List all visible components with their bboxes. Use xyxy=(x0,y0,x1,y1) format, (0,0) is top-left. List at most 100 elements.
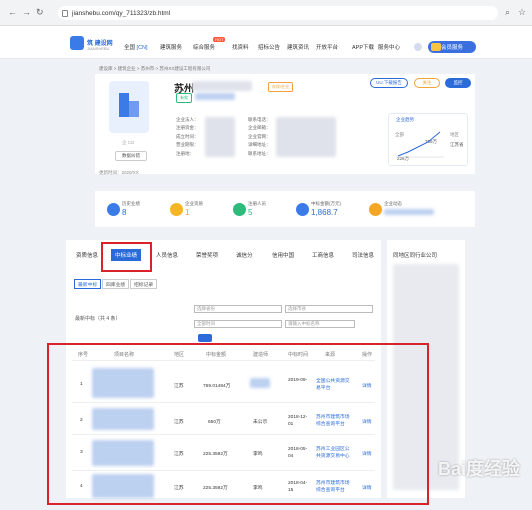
trend-title: 企业趋势 xyxy=(396,117,414,122)
row1-project-blurred[interactable] xyxy=(92,368,154,398)
data-correction-button[interactable]: 数据纠错 xyxy=(115,151,147,161)
city-select[interactable]: 选择市县 xyxy=(285,305,373,313)
logo-caption: 企 CD xyxy=(122,140,135,145)
trend-region: 江苏省 xyxy=(450,142,464,147)
row4-detail-link[interactable]: 详情 xyxy=(362,484,372,491)
header-divider xyxy=(72,360,375,361)
row-divider xyxy=(72,402,375,403)
reload-icon[interactable]: ↻ xyxy=(36,8,44,17)
menu-item-service[interactable]: 服务中心 xyxy=(378,43,400,51)
menu-item-open-platform[interactable]: 开放平台 xyxy=(316,43,338,51)
row3-index: 3 xyxy=(80,450,83,455)
lock-icon xyxy=(62,9,68,17)
stat-value-bid-amount[interactable]: 1,868.7 xyxy=(311,208,338,217)
tab-personnel[interactable]: 人员信息 xyxy=(156,251,178,259)
info-labels-left: 企业法人： 注册资金： 成立时间： 营业期限： 注册地： xyxy=(176,117,199,156)
row3-detail-link[interactable]: 详情 xyxy=(362,450,372,457)
tab-business-info[interactable]: 工商信息 xyxy=(312,251,334,259)
row1-source[interactable]: 全国公共资源交易平台 xyxy=(316,378,354,392)
row4-project-blurred[interactable] xyxy=(92,474,154,498)
menu-item-materials[interactable]: 找资料 xyxy=(232,43,249,51)
monitor-button[interactable]: 监控 xyxy=(445,78,471,88)
menu-item-news[interactable]: 建筑资讯 xyxy=(287,43,309,51)
company-name-blurred xyxy=(192,81,252,91)
th-region: 地区 xyxy=(174,352,185,358)
row1-date: 2019-09- xyxy=(288,378,308,383)
status-tag-small: 有效 xyxy=(176,93,192,103)
th-date: 中标时间 xyxy=(288,352,309,358)
row3-project-blurred[interactable] xyxy=(92,440,154,466)
th-amount: 中标金额 xyxy=(206,352,227,358)
row-divider xyxy=(72,434,375,435)
menu-item-bids[interactable]: 招标公告 xyxy=(258,43,280,51)
row4-builder: 李鸣 xyxy=(253,486,263,491)
history-icon xyxy=(107,203,120,216)
avatar[interactable] xyxy=(414,43,422,51)
row1-index: 1 xyxy=(80,382,83,387)
row3-date: 2018-05-04 xyxy=(288,447,308,459)
row2-detail-link[interactable]: 详情 xyxy=(362,418,372,425)
row3-builder: 李鸣 xyxy=(253,452,263,457)
row1-detail-link[interactable]: 详情 xyxy=(362,382,372,389)
news-blurred xyxy=(384,209,434,215)
tab-credit-score[interactable]: 诚信分 xyxy=(236,251,253,259)
highlight-box-tab xyxy=(101,242,152,272)
row2-date: 2018-12-01 xyxy=(288,415,308,427)
back-icon[interactable]: ← xyxy=(8,8,17,17)
row2-project-blurred[interactable] xyxy=(92,408,154,430)
tab-qualification[interactable]: 资质信息 xyxy=(76,251,98,259)
stat-label-bid-amount: 中标金额(万元) xyxy=(311,201,341,206)
keyword-input[interactable]: 请输入中标名称 xyxy=(285,320,355,328)
star-icon[interactable]: ☆ xyxy=(518,8,526,17)
row2-region: 江苏 xyxy=(174,420,184,425)
status-badge: 存续/在业 xyxy=(268,82,294,92)
news-icon xyxy=(369,203,382,216)
trend-line xyxy=(396,131,444,158)
stat-value-history[interactable]: 8 xyxy=(122,208,126,217)
row2-source[interactable]: 苏州市建筑市场综合查询平台 xyxy=(316,414,354,428)
subtab-four-libraries[interactable]: 四库业绩 xyxy=(102,279,130,289)
tab-honors[interactable]: 荣誉奖项 xyxy=(196,251,218,259)
th-source: 来源 xyxy=(325,352,336,358)
menu-item-app[interactable]: APP下载 xyxy=(352,43,374,51)
site-logo-icon[interactable] xyxy=(70,36,84,50)
menu-item-general[interactable]: 综合服务 xyxy=(193,43,215,51)
tab-judicial[interactable]: 司法信息 xyxy=(352,251,374,259)
stat-label-qualification: 企业资质 xyxy=(185,201,203,206)
search-button[interactable] xyxy=(198,334,212,342)
search-icon[interactable]: ⌕ xyxy=(505,8,510,17)
province-select[interactable]: 选择省份 xyxy=(194,305,282,313)
address-bar[interactable]: jianshebu.com/qy_711323/zb.html xyxy=(58,6,498,20)
row3-source[interactable]: 苏州工业园区公共资源交易中心 xyxy=(316,446,354,460)
filter-label: 最新中标（共 4 条） xyxy=(75,316,121,322)
hot-badge: HOT xyxy=(213,37,226,42)
crown-icon xyxy=(431,43,441,51)
stat-label-news: 企业动态 xyxy=(384,201,402,206)
row4-source[interactable]: 苏州市建筑市场综合查询平台 xyxy=(316,480,354,494)
forward-icon[interactable]: → xyxy=(22,8,31,17)
breadcrumb[interactable]: 建设库 > 建筑企业 > 苏州市 > 苏州XX建设工程有限公司 xyxy=(99,66,210,72)
logo-subtext: JIANSHEBU xyxy=(87,46,110,51)
trend-label-region: 地区 xyxy=(450,132,459,137)
row-divider xyxy=(72,470,375,471)
th-project: 项目名称 xyxy=(114,352,135,358)
row4-amount: 225.3592万 xyxy=(203,486,228,491)
tab-credit-china[interactable]: 信用中国 xyxy=(272,251,294,259)
subtab-tender-records[interactable]: 招标记录 xyxy=(130,279,158,289)
money-icon xyxy=(296,203,309,216)
row3-amount: 225.3592万 xyxy=(203,452,228,457)
menu-item-construction[interactable]: 建筑服务 xyxy=(160,43,182,51)
download-report-button[interactable]: UU 下载报告 xyxy=(370,78,408,88)
time-select[interactable]: 全部时间 xyxy=(194,320,282,328)
follow-button[interactable]: 关注 xyxy=(414,78,440,88)
staff-icon xyxy=(233,203,246,216)
info-values-left-blurred xyxy=(205,117,235,157)
city-selector[interactable]: 全国 [CN] xyxy=(124,43,148,51)
subtab-latest[interactable]: 最新中标 xyxy=(74,279,102,289)
stat-value-staff[interactable]: 5 xyxy=(248,208,252,217)
row1-builder-blurred xyxy=(250,378,270,388)
row2-index: 2 xyxy=(80,418,83,423)
stat-value-qualification[interactable]: 1 xyxy=(185,208,189,217)
stat-label-staff: 注册人员 xyxy=(248,201,266,206)
row2-amount: 650万 xyxy=(208,420,221,425)
